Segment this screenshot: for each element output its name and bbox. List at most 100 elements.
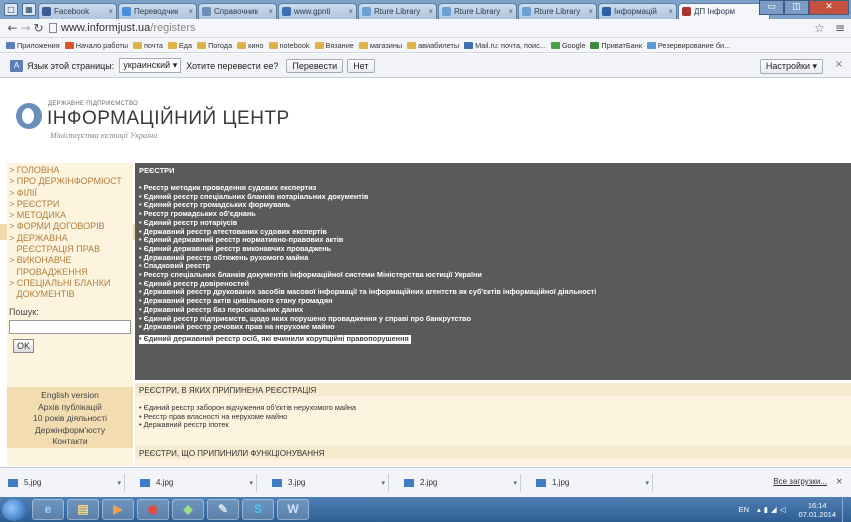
ok-button[interactable]: OK (13, 338, 35, 353)
close-window-icon[interactable]: ✕ (809, 0, 849, 15)
chrome-menu-icon[interactable]: ≡ (835, 21, 845, 35)
sidebar-nav-item[interactable]: > ГОЛОВНА (7, 165, 133, 176)
tab-7[interactable]: Інформацій × (598, 3, 677, 19)
language-indicator[interactable]: EN (739, 505, 749, 514)
close-downloads-icon[interactable]: × (835, 477, 843, 487)
download-item[interactable]: 1.jpg ▾ (536, 473, 653, 492)
language-select[interactable]: украинский ▾ (119, 58, 182, 73)
chevron-down-icon[interactable]: ▾ (381, 479, 388, 487)
reload-icon[interactable]: ↻ (32, 21, 45, 35)
sidebar-nav-item[interactable]: > ФІЛІЇ (7, 188, 133, 199)
tab-close-icon[interactable]: × (668, 7, 673, 16)
tab-close-icon[interactable]: × (428, 7, 433, 16)
start-button[interactable] (2, 498, 26, 521)
paint-icon[interactable]: ✎ (207, 499, 239, 520)
sidebar-nav-item[interactable]: > ДЕРЖАВНА РЕЄСТРАЦІЯ ПРАВ (7, 233, 133, 256)
bookmark-item[interactable]: Погода (197, 41, 232, 50)
tab-5[interactable]: Rture Library × (438, 3, 517, 19)
bookmark-star-icon[interactable]: ☆ (814, 21, 825, 35)
bookmark-item[interactable]: ПриватБанк (590, 41, 642, 50)
back-icon[interactable]: ← (6, 21, 19, 35)
chevron-down-icon[interactable]: ▾ (249, 479, 256, 487)
chevron-down-icon[interactable]: ▾ (645, 479, 652, 487)
register-link[interactable]: • Єдиний державний реєстр осіб, які вчин… (139, 334, 411, 344)
bookmark-item[interactable]: Резервирование би... (646, 41, 730, 50)
bookmark-item[interactable]: Начало работы (64, 41, 128, 50)
ie-icon[interactable]: e (32, 499, 64, 520)
bookmark-item[interactable]: почта (132, 41, 163, 50)
close-translate-icon[interactable]: × (835, 59, 843, 70)
window-app-icon[interactable]: ▦ (22, 3, 36, 16)
logo-title[interactable]: ІНФОРМАЦІЙНИЙ ЦЕНТР (47, 108, 290, 130)
bookmark-item[interactable]: авиабилеты (407, 41, 459, 50)
search-input[interactable] (9, 319, 131, 334)
tab-6[interactable]: Rture Library × (518, 3, 597, 19)
tab-2[interactable]: Справочник × (198, 3, 277, 19)
tab-1[interactable]: Переводчик × (118, 3, 197, 19)
tab-8[interactable]: ДП Інформ× (678, 3, 770, 19)
chrome-icon[interactable]: ◉ (137, 499, 169, 520)
register-label: Державний реєстр речових прав на нерухом… (143, 322, 335, 332)
bookmark-item[interactable]: Google (550, 41, 585, 50)
translate-settings-button[interactable]: Настройки ▾ (759, 59, 823, 74)
tab-close-icon[interactable]: × (588, 7, 593, 16)
logo-icon[interactable] (16, 103, 42, 129)
minimize-icon[interactable]: ▭ (759, 0, 784, 15)
chevron-down-icon[interactable]: ▾ (513, 479, 520, 487)
tab-close-icon[interactable]: × (348, 7, 353, 16)
sidebar-nav-item[interactable]: > ВИКОНАВЧЕ ПРОВАДЖЕННЯ (7, 255, 133, 278)
chevron-down-icon[interactable]: ▾ (117, 479, 124, 487)
bookmark-item[interactable]: Вязание (314, 41, 354, 50)
bookmark-folder-icon (64, 41, 74, 49)
side-link[interactable]: Держінформ'юсту (7, 425, 133, 437)
side-link[interactable]: 10 років діяльності (7, 413, 133, 425)
sidebar-nav-item[interactable]: > РЕЄСТРИ (7, 199, 133, 210)
download-item[interactable]: 3.jpg ▾ (272, 473, 389, 492)
side-link[interactable]: English version (7, 390, 133, 402)
tab-close-icon[interactable]: × (188, 7, 193, 16)
no-translate-button[interactable]: Нет (347, 58, 375, 73)
window-menu-icon[interactable]: □ (4, 3, 18, 16)
maximize-icon[interactable]: ◫ (784, 0, 809, 15)
side-link[interactable]: Контакти (7, 436, 133, 448)
tab-close-icon[interactable]: × (268, 7, 273, 16)
logo-subtitle: Міністерства юстиції України (50, 131, 158, 140)
all-downloads-link[interactable]: Все загрузки... (773, 477, 827, 486)
url-field[interactable]: www.informjust.ua/registers (49, 22, 814, 34)
tab-close-icon[interactable]: × (108, 7, 113, 16)
bookmark-item[interactable]: Еда (167, 41, 192, 50)
tab-favicon-icon (602, 7, 611, 16)
show-desktop-button[interactable] (842, 497, 851, 522)
explorer-icon[interactable]: ▤ (67, 499, 99, 520)
bookmark-item[interactable]: Mail.ru: почта, поис... (464, 41, 546, 50)
tab-0[interactable]: Facebook × (38, 3, 117, 19)
ceased-registers-title: РЕЄСТРИ, ЩО ПРИПИНИЛИ ФУНКЦІОНУВАННЯ (135, 446, 851, 459)
download-item[interactable]: 5.jpg ▾ (8, 473, 125, 492)
download-item[interactable]: 4.jpg ▾ (140, 473, 257, 492)
messenger-icon[interactable]: ◆ (172, 499, 204, 520)
clock[interactable]: 16:14 07.01.2014 (798, 501, 836, 519)
tab-4[interactable]: Rture Library × (358, 3, 437, 19)
media-player-icon[interactable]: ▶ (102, 499, 134, 520)
stopped-register-link[interactable]: • Державний реєстр іпотек (135, 420, 851, 430)
forward-icon[interactable]: → (19, 21, 32, 35)
translate-button[interactable]: Перевести (286, 58, 344, 73)
sidebar-nav-item[interactable]: > СПЕЦІАЛЬНІ БЛАНКИ ДОКУМЕНТІВ (7, 278, 133, 301)
register-link[interactable]: • Державний реєстр речових прав на нерух… (139, 322, 596, 332)
sidebar-nav-item[interactable]: > ПРО ДЕРЖІНФОРМЮСТ (7, 176, 133, 187)
tab-close-icon[interactable]: × (508, 7, 513, 16)
skype-icon[interactable]: S (242, 499, 274, 520)
word-icon[interactable]: W (277, 499, 309, 520)
url-path: /registers (150, 22, 196, 34)
bookmark-item[interactable]: кино (237, 41, 264, 50)
download-item[interactable]: 2.jpg ▾ (404, 473, 521, 492)
stopped-register-link[interactable]: • Реєстр прав власності на нерухоме майн… (135, 412, 851, 422)
sidebar-nav-item[interactable]: > ФОРМИ ДОГОВОРІВ (7, 221, 133, 232)
tab-3[interactable]: www.gpnti × (278, 3, 357, 19)
tray-icons[interactable]: ▴▮◢◁ (757, 505, 788, 514)
side-link[interactable]: Архів публікацій (7, 402, 133, 414)
bookmark-item[interactable]: Приложения (6, 41, 60, 50)
bookmark-item[interactable]: notebook (268, 41, 310, 50)
bookmark-item[interactable]: магазины (358, 41, 402, 50)
sidebar-nav-item[interactable]: > МЕТОДИКА (7, 210, 133, 221)
